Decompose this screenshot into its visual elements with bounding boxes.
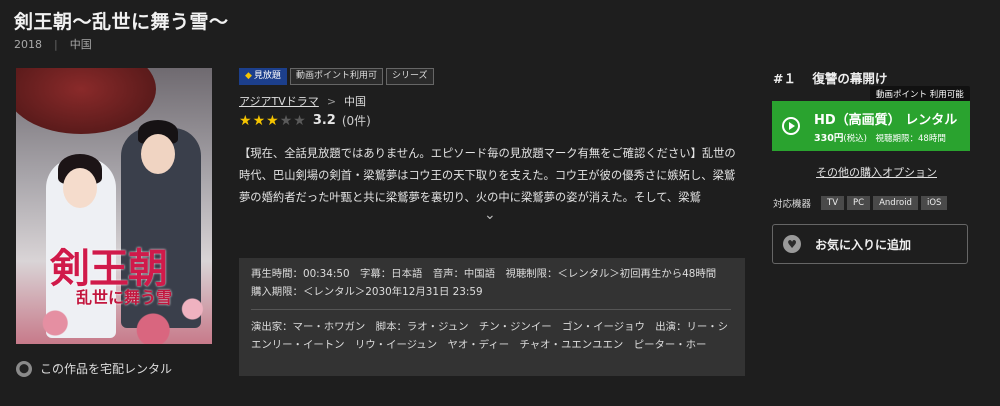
rent-button-details: 330円(税込) 視聴期限：48時間: [814, 130, 957, 144]
badge-row: ◆ 見放題 動画ポイント利用可 シリーズ: [239, 68, 434, 85]
poster-logo-subtitle: 乱世に舞う雪: [76, 288, 173, 307]
diamond-icon: ◆: [245, 71, 252, 81]
rent-button-label: HD（高画質） レンタル: [814, 112, 958, 128]
title-meta: 2018 | 中国: [14, 36, 92, 52]
device-pc: PC: [847, 196, 871, 210]
rating: ★ ★ ★ ★ ★ 3.2 (0件): [239, 112, 371, 129]
credits-info: 演出家：マー・ホワガン 脚本：ラオ・ジュン チン・ジンイー ゴン・イージョウ 出…: [251, 321, 729, 351]
info-panel: 再生時間：00:34:50 字幕：日本語 音声：中国語 視聴制限：＜レンタル＞初…: [239, 258, 745, 376]
delivery-icon: ⬤: [16, 360, 32, 377]
synopsis-text: 【現在、全話見放題ではありません。エピソード毎の見放題マーク有無をご確認ください…: [239, 147, 736, 204]
poster-face-male: [141, 134, 175, 174]
rating-count: (0件): [341, 114, 371, 128]
badge-free-label: 見放題: [253, 71, 281, 81]
badge-series: シリーズ: [385, 68, 434, 85]
chevron-down-icon[interactable]: ⌄: [484, 207, 496, 223]
episode-number: #１: [773, 71, 796, 86]
heart-icon: ♥: [783, 235, 801, 253]
devices-label: 対応機器: [773, 199, 812, 210]
country: 中国: [69, 38, 92, 51]
device-android: Android: [873, 196, 918, 210]
breadcrumb-separator: >: [326, 94, 337, 108]
rent-hd-button[interactable]: HD（高画質） レンタル 330円(税込) 視聴期限：48時間: [772, 101, 970, 151]
star-empty-icon: ★: [293, 112, 306, 129]
device-ios: iOS: [920, 196, 948, 210]
delivery-label: この作品を宅配レンタル: [40, 362, 173, 376]
episode-title: 復讐の幕開け: [812, 71, 888, 86]
rent-period: 視聴期限：48時間: [875, 133, 946, 144]
play-icon: [782, 117, 800, 135]
breadcrumb-current: 中国: [344, 95, 367, 108]
poster-face-female: [63, 168, 97, 208]
supported-devices: 対応機器 TV PC Android iOS: [773, 196, 950, 210]
badge-free: ◆ 見放題: [239, 68, 287, 85]
poster-image: 剣王朝 乱世に舞う雪: [16, 68, 212, 344]
favorite-label: お気に入りに追加: [815, 237, 912, 252]
badge-points: 動画ポイント利用可: [289, 68, 383, 85]
device-tv: TV: [821, 196, 845, 210]
delivery-rental-link[interactable]: ⬤ この作品を宅配レンタル: [16, 360, 172, 377]
add-favorite-button[interactable]: ♥ お気に入りに追加: [772, 224, 968, 264]
page-title: 剣王朝～乱世に舞う雪～: [14, 11, 229, 33]
episode-heading: #１ 復讐の幕開け: [773, 68, 887, 87]
star-empty-icon: ★: [279, 112, 293, 129]
other-purchase-options-link[interactable]: その他の購入オプション: [816, 164, 937, 180]
info-divider: [251, 309, 731, 310]
meta-divider: |: [54, 37, 58, 51]
star-icon: ★: [266, 112, 279, 129]
release-year: 2018: [14, 37, 42, 51]
breadcrumb-category-link[interactable]: アジアTVドラマ: [239, 93, 319, 109]
rent-tax: (税込): [843, 133, 867, 144]
playback-info: 再生時間：00:34:50 字幕：日本語 音声：中国語 視聴制限：＜レンタル＞初…: [251, 268, 727, 298]
rating-score: 3.2: [312, 113, 336, 128]
points-tooltip: 動画ポイント 利用可能: [870, 86, 970, 102]
star-icon: ★: [239, 112, 252, 129]
poster-umbrella: [16, 68, 156, 134]
rent-price: 330円: [814, 132, 844, 144]
breadcrumb: アジアTVドラマ > 中国: [239, 93, 366, 109]
star-icon: ★: [252, 112, 266, 129]
